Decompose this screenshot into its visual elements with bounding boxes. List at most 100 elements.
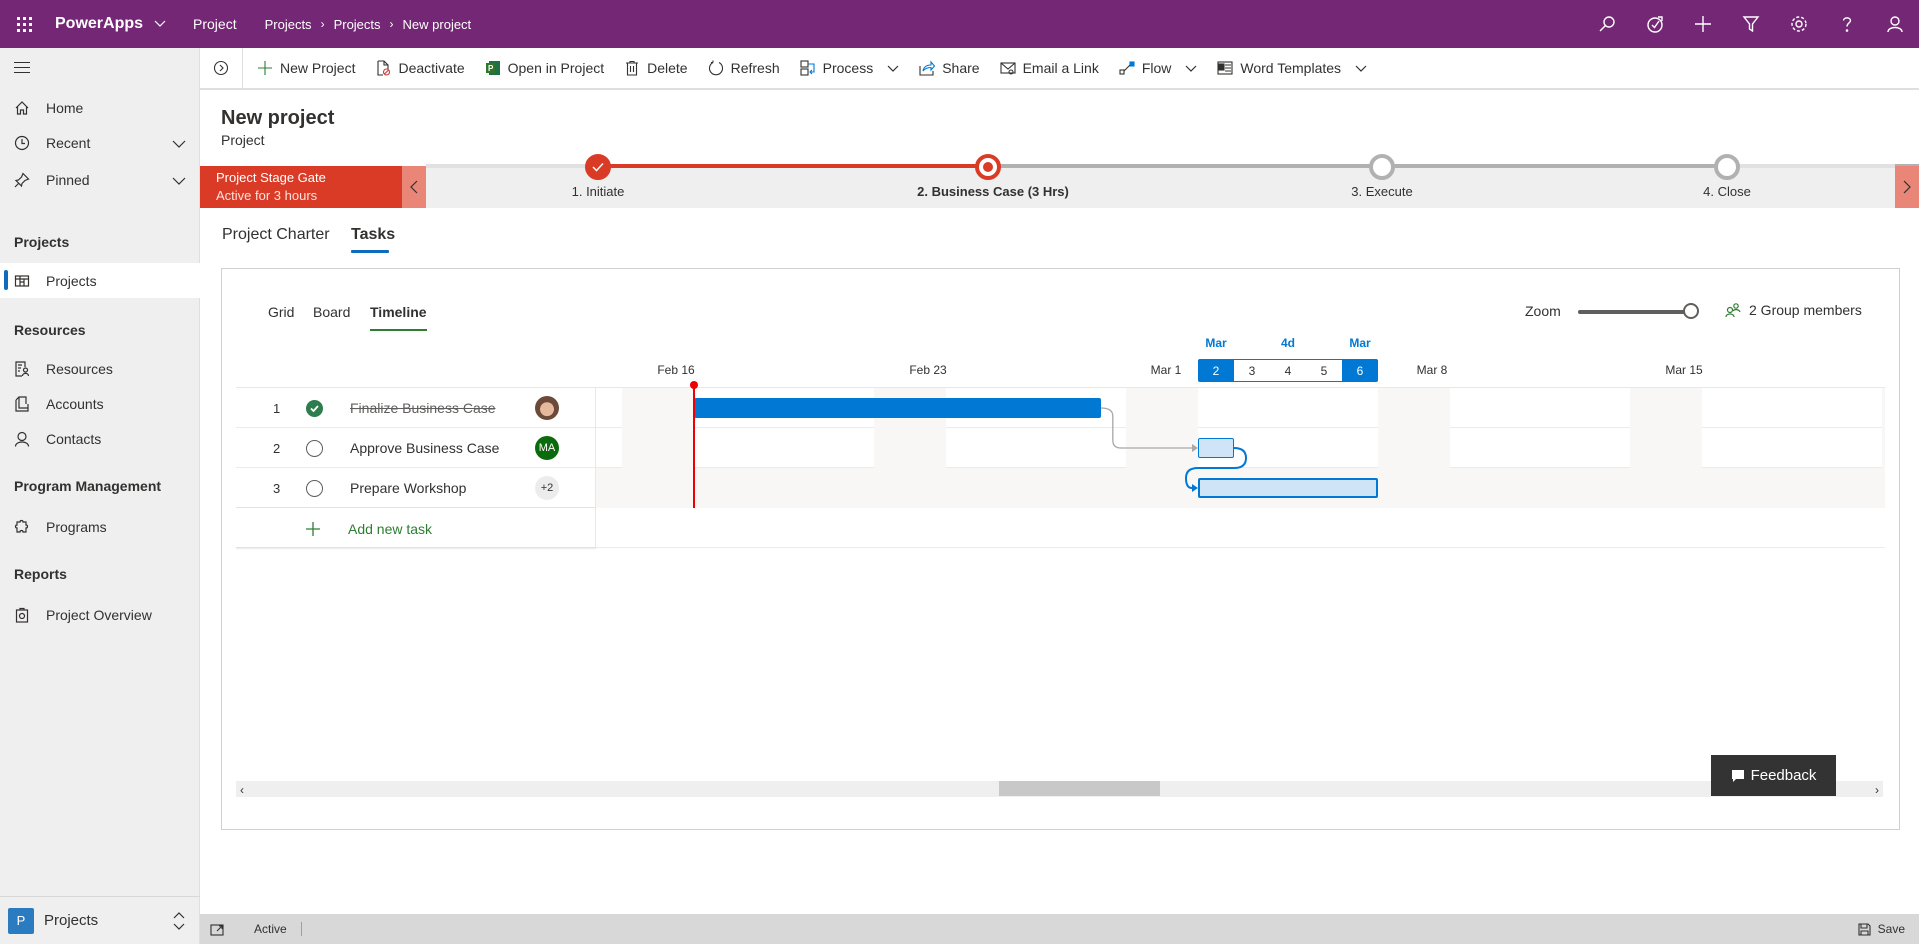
chevron-down-icon[interactable]: [887, 60, 899, 76]
stage-node-execute[interactable]: [1369, 154, 1395, 180]
previous-stage-button[interactable]: [402, 166, 426, 208]
area-label: Projects: [44, 912, 99, 929]
task-name[interactable]: Approve Business Case: [350, 440, 499, 456]
view-tab-timeline[interactable]: Timeline: [370, 304, 427, 320]
breadcrumb-item[interactable]: Projects: [334, 17, 381, 32]
assignee-avatar[interactable]: [535, 396, 559, 420]
stage-label[interactable]: 4. Close: [1703, 184, 1751, 199]
stage-node-initiate[interactable]: [585, 154, 611, 180]
deactivate-button[interactable]: Deactivate: [365, 48, 474, 88]
scroll-right-arrow[interactable]: ›: [1875, 783, 1879, 797]
sidebar-item-contacts[interactable]: Contacts: [0, 421, 200, 456]
scroll-left-arrow[interactable]: ‹: [240, 783, 244, 797]
sidebar-item-projects[interactable]: Projects: [0, 263, 200, 298]
task-bar[interactable]: [694, 398, 1101, 418]
email-link-button[interactable]: Email a Link: [990, 48, 1109, 88]
group-members-button[interactable]: 2 Group members: [1725, 302, 1862, 318]
hamburger-menu-button[interactable]: [14, 62, 30, 77]
task-row[interactable]: 2 Approve Business Case MA: [236, 428, 595, 468]
project-board-icon: [14, 273, 30, 289]
add-button[interactable]: [1679, 0, 1727, 48]
sidebar-item-pinned[interactable]: Pinned: [0, 162, 200, 197]
view-tab-board[interactable]: Board: [313, 304, 350, 320]
tab-project-charter[interactable]: Project Charter: [222, 226, 330, 244]
app-name[interactable]: PowerApps: [55, 15, 143, 33]
flow-button[interactable]: Flow: [1109, 48, 1208, 88]
chevron-down-icon[interactable]: [1355, 60, 1367, 76]
assignee-more-badge[interactable]: +2: [535, 476, 559, 500]
task-name[interactable]: Finalize Business Case: [350, 400, 496, 416]
task-number: 2: [273, 440, 281, 456]
task-complete-checkbox[interactable]: [306, 479, 323, 497]
chevron-down-icon[interactable]: [172, 136, 186, 152]
sidebar-item-recent[interactable]: Recent: [0, 125, 200, 160]
stage-label[interactable]: 2. Business Case (3 Hrs): [917, 184, 1069, 199]
scrollbar-thumb[interactable]: [999, 781, 1160, 796]
assignee-avatar[interactable]: MA: [535, 436, 559, 460]
business-process-flow: Project Stage Gate Active for 3 hours 1.…: [200, 154, 1919, 208]
sidebar-section-program-management: Program Management: [14, 478, 162, 494]
new-project-button[interactable]: New Project: [247, 48, 365, 88]
chevron-circle-right-icon: [213, 60, 229, 76]
refresh-button[interactable]: Refresh: [698, 48, 790, 88]
sidebar-item-resources[interactable]: Resources: [0, 351, 200, 386]
timeline-chart: Feb 9Feb 16Feb 23Mar 1Mar 8Mar 15 23456M…: [596, 330, 1885, 550]
area-switcher[interactable]: P Projects: [0, 896, 200, 944]
sidebar-item-home[interactable]: Home: [0, 90, 200, 125]
trash-icon: [624, 60, 640, 76]
grid-timeline-separator[interactable]: [595, 387, 596, 549]
save-button[interactable]: Save: [1858, 922, 1905, 936]
word-templates-button[interactable]: Word Templates: [1207, 48, 1377, 88]
app-launcher-button[interactable]: [0, 0, 48, 48]
top-bar: PowerApps Project Projects › Projects › …: [0, 0, 1919, 48]
sidebar-item-accounts[interactable]: Accounts: [0, 386, 200, 421]
task-bar[interactable]: [1198, 478, 1378, 498]
app-module-link[interactable]: Project: [193, 16, 237, 32]
sidebar-item-programs[interactable]: Programs: [0, 509, 200, 544]
open-in-window-icon[interactable]: [210, 922, 224, 936]
breadcrumb-item[interactable]: Projects: [265, 17, 312, 32]
feedback-label: Feedback: [1750, 767, 1817, 784]
stage-node-close[interactable]: [1714, 154, 1740, 180]
task-name[interactable]: Prepare Workshop: [350, 480, 466, 496]
feedback-button[interactable]: Feedback: [1711, 755, 1836, 796]
user-button[interactable]: [1871, 0, 1919, 48]
task-complete-checkbox[interactable]: [306, 399, 323, 417]
filter-button[interactable]: [1727, 0, 1775, 48]
delete-button[interactable]: Delete: [614, 48, 697, 88]
add-new-task-button[interactable]: Add new task: [236, 511, 595, 547]
stage-gate-flyout[interactable]: Project Stage Gate Active for 3 hours: [200, 166, 402, 208]
settings-button[interactable]: [1775, 0, 1823, 48]
chevron-down-icon[interactable]: [1185, 60, 1197, 76]
zoom-slider-thumb[interactable]: [1683, 303, 1699, 319]
sidebar-section-resources: Resources: [14, 322, 86, 338]
task-row[interactable]: 3 Prepare Workshop +2: [236, 468, 595, 508]
stage-label[interactable]: 3. Execute: [1351, 184, 1412, 199]
horizontal-scrollbar[interactable]: ‹ ›: [236, 781, 1883, 797]
task-row[interactable]: 1 Finalize Business Case: [236, 388, 595, 428]
pin-icon: [14, 171, 30, 188]
search-button[interactable]: [1583, 0, 1631, 48]
share-button[interactable]: Share: [909, 48, 989, 88]
expand-button[interactable]: [200, 48, 243, 88]
chevron-down-icon[interactable]: [153, 17, 167, 31]
next-stage-button[interactable]: [1895, 166, 1919, 208]
view-tab-grid[interactable]: Grid: [268, 304, 294, 320]
stage-node-business-case[interactable]: [975, 154, 1001, 180]
zoom-slider-track[interactable]: [1578, 310, 1690, 314]
tab-tasks[interactable]: Tasks: [351, 226, 395, 244]
sidebar-item-project-overview[interactable]: Project Overview: [0, 597, 200, 632]
process-button[interactable]: Process: [790, 48, 910, 88]
stage-label[interactable]: 1. Initiate: [572, 184, 625, 199]
user-icon: [1887, 16, 1903, 33]
task-flow-button[interactable]: [1631, 0, 1679, 48]
task-bar[interactable]: [1198, 438, 1234, 458]
active-tab-indicator: [351, 250, 389, 253]
chevron-down-icon[interactable]: [172, 173, 186, 189]
today-marker-line: [693, 384, 695, 508]
sidebar-item-label: Programs: [46, 518, 107, 535]
help-button[interactable]: [1823, 0, 1871, 48]
deactivate-icon: [375, 60, 391, 76]
task-complete-checkbox[interactable]: [306, 439, 323, 457]
open-in-project-button[interactable]: P Open in Project: [475, 48, 615, 88]
